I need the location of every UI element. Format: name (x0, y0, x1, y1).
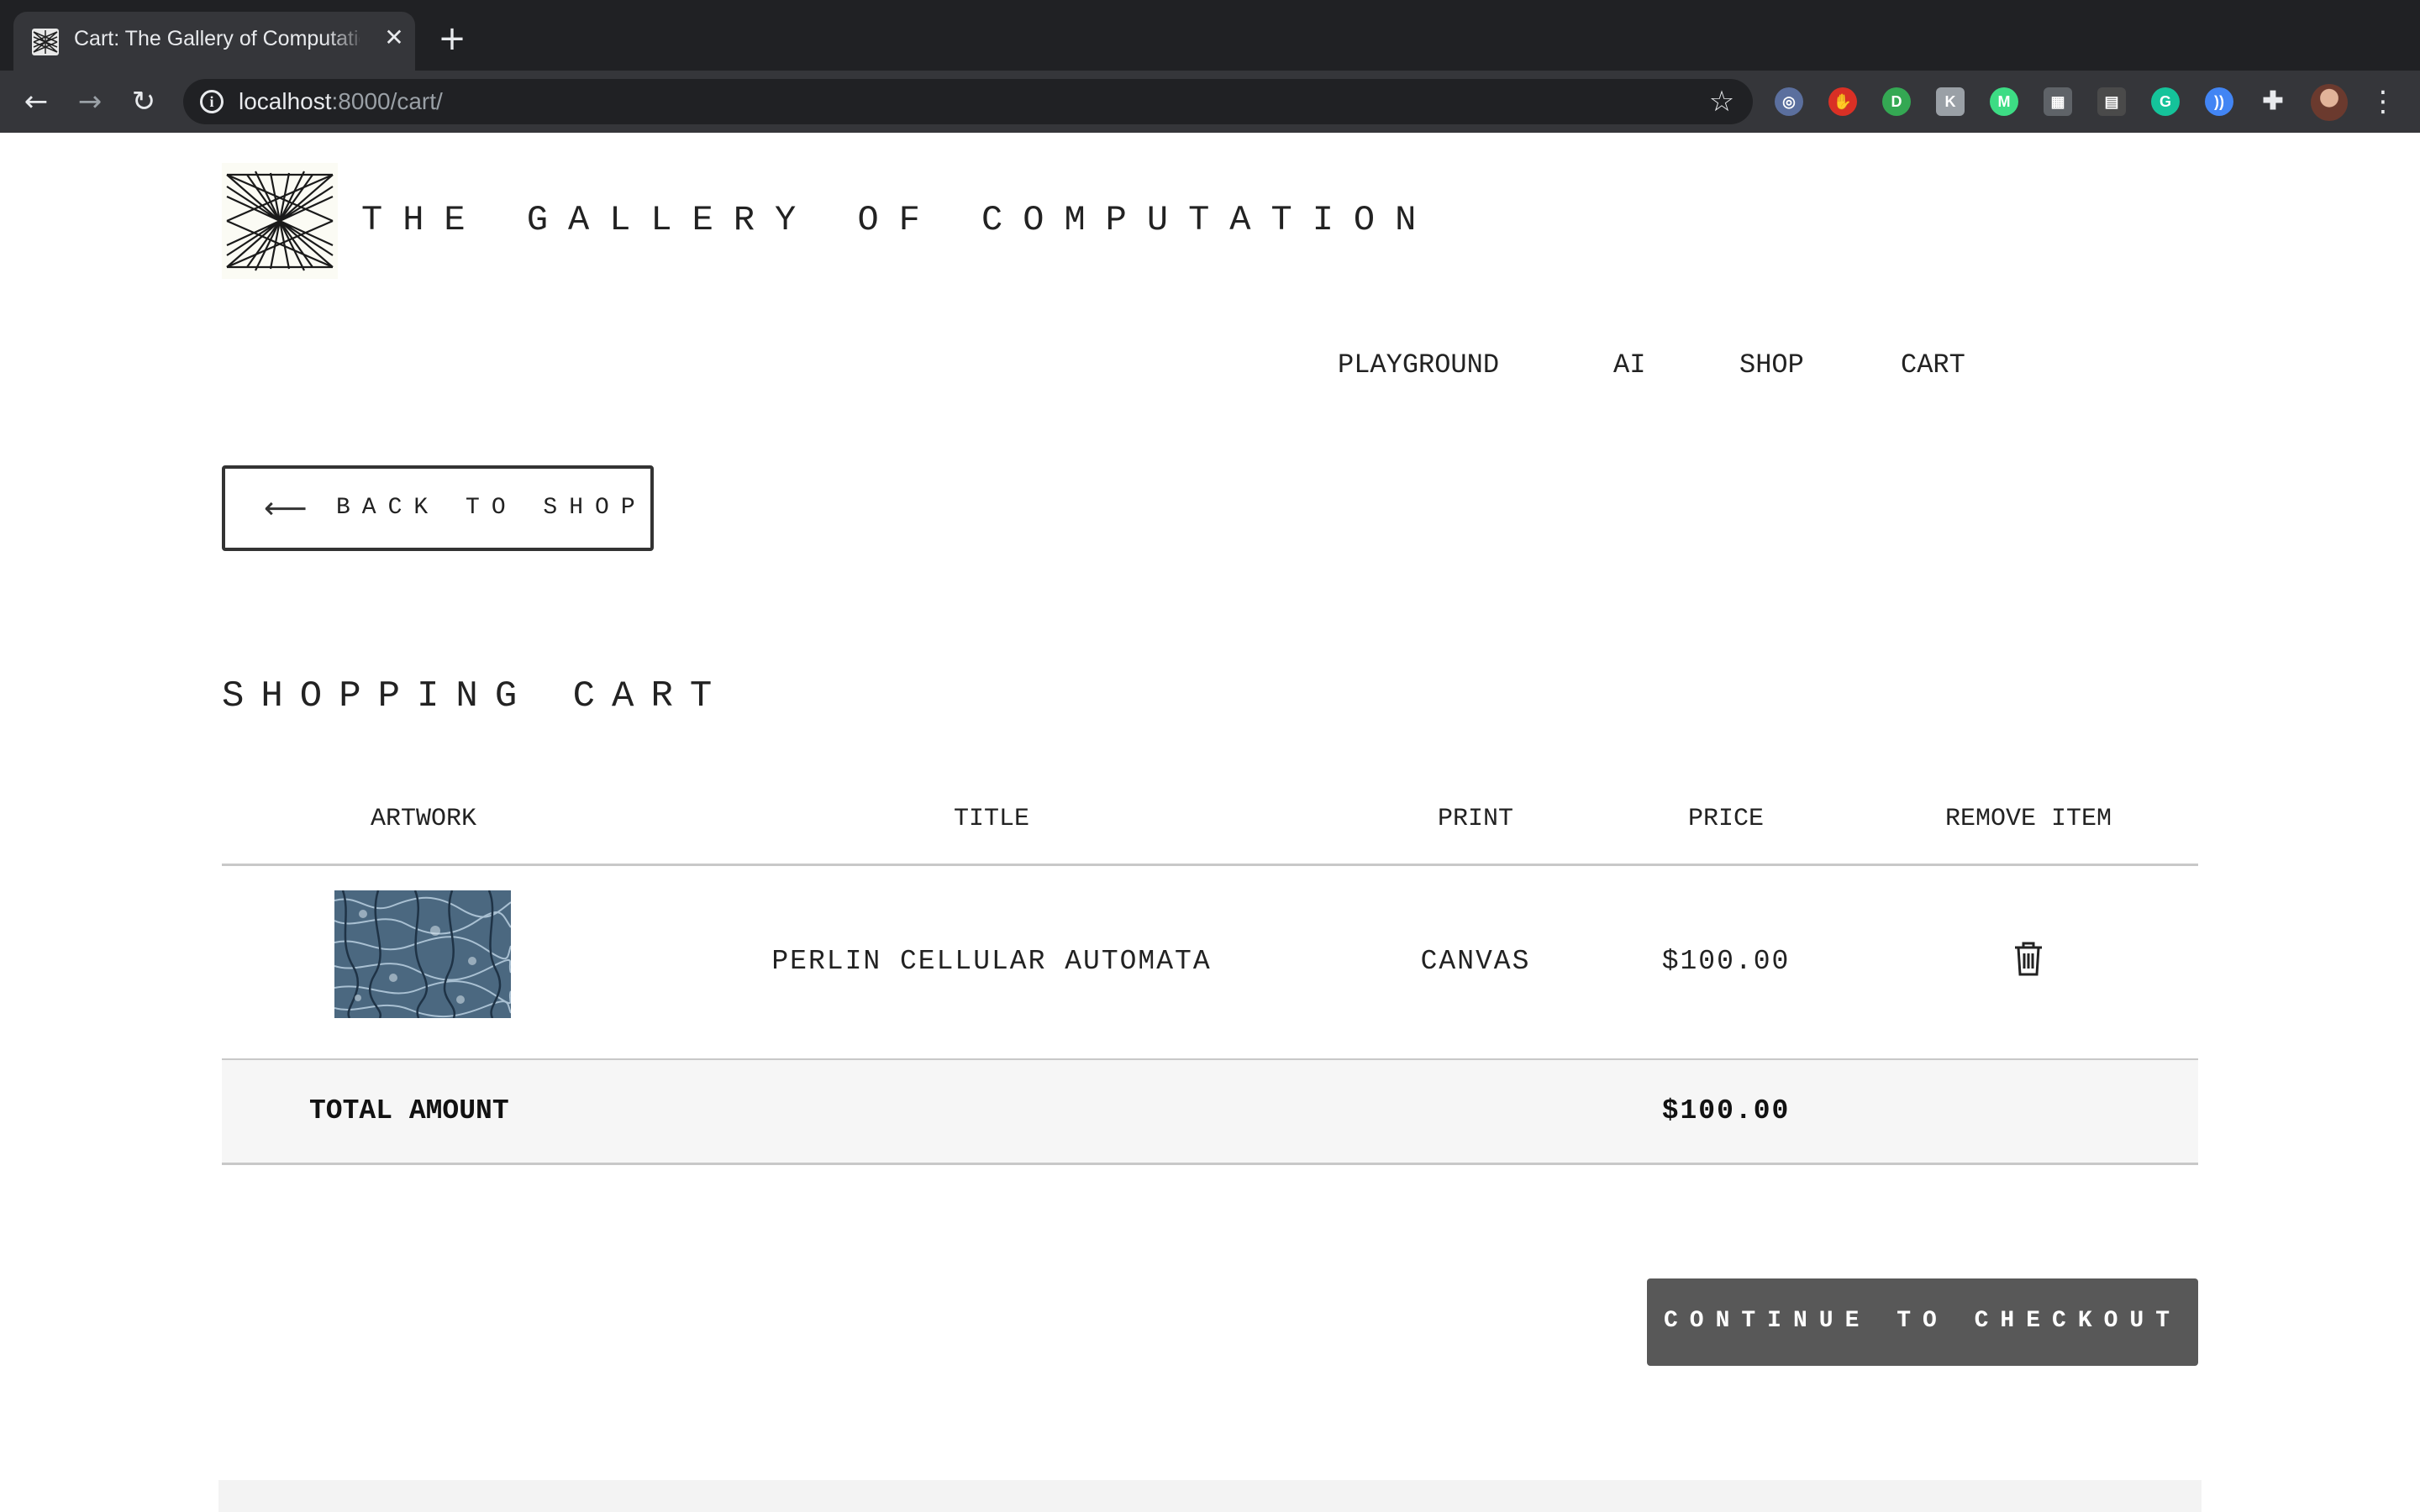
column-header-price: PRICE (1687, 805, 1765, 833)
forward-arrow-icon[interactable]: → (72, 84, 108, 119)
reload-icon[interactable]: ↻ (126, 84, 161, 119)
extension-icon-7[interactable]: ▤ (2097, 87, 2126, 116)
browser-tab-active[interactable]: Cart: The Gallery of Computation ✕ (13, 12, 415, 71)
nav-link-cart[interactable]: CART (1901, 349, 1965, 381)
address-bar[interactable]: i localhost:8000/cart/ ☆ (183, 79, 1753, 124)
site-title[interactable]: THE GALLERY OF COMPUTATION (361, 200, 1436, 240)
footer (218, 1480, 2202, 1512)
tab-title-fade (326, 24, 368, 57)
site-favicon-icon (32, 29, 59, 55)
extension-icon-4[interactable]: K (1936, 87, 1965, 116)
nav-link-playground[interactable]: PLAYGROUND (1338, 349, 1499, 381)
url-text[interactable]: localhost:8000/cart/ (239, 88, 443, 115)
trash-icon[interactable] (2013, 941, 2044, 976)
extension-icon-9[interactable]: )) (2205, 87, 2233, 116)
column-header-print: PRINT (1437, 805, 1514, 833)
page-content: THE GALLERY OF COMPUTATION PLAYGROUND AI… (0, 133, 2420, 1512)
extension-icon-5[interactable]: M (1990, 87, 2018, 116)
item-price: $100.00 (1661, 946, 1791, 977)
new-tab-icon[interactable]: + (435, 22, 469, 55)
browser-toolbar: ← → ↻ i localhost:8000/cart/ ☆ ◎ ✋ D K M ▦ ▤ G)… (0, 71, 2420, 133)
total-amount-label: TOTAL AMOUNT (309, 1095, 509, 1126)
table-header-divider (222, 864, 2198, 866)
total-row-divider (222, 1163, 2198, 1165)
page-title: SHOPPING CART (222, 675, 729, 717)
extension-icon-1[interactable]: ◎ (1775, 87, 1803, 116)
back-arrow-icon[interactable]: ← (18, 84, 54, 119)
puzzle-icon[interactable]: ✚ (2259, 87, 2287, 116)
bookmark-star-icon[interactable]: ☆ (1704, 84, 1739, 119)
nav-link-shop[interactable]: SHOP (1739, 349, 1804, 381)
artwork-thumbnail[interactable] (334, 890, 511, 1018)
browser-menu-icon[interactable]: ⋮ (2368, 84, 2398, 119)
column-header-title: TITLE (953, 805, 1030, 833)
total-amount-value: $100.00 (1661, 1095, 1791, 1126)
site-logo[interactable] (222, 163, 338, 279)
continue-to-checkout-button[interactable]: CONTINUE TO CHECKOUT (1647, 1278, 2198, 1366)
extension-icon-6[interactable]: ▦ (2044, 87, 2072, 116)
extension-icon-3[interactable]: D (1882, 87, 1911, 116)
item-title[interactable]: PERLIN CELLULAR AUTOMATA (771, 946, 1211, 977)
close-tab-icon[interactable]: ✕ (380, 24, 408, 52)
extension-icon-2[interactable]: ✋ (1828, 87, 1857, 116)
checkout-button-label: CONTINUE TO CHECKOUT (1663, 1308, 2182, 1334)
url-path: :8000/cart/ (331, 88, 443, 114)
tab-title: Cart: The Gallery of Computation (74, 27, 360, 50)
item-print-type: CANVAS (1420, 946, 1531, 977)
url-host: localhost (239, 88, 332, 114)
column-header-remove-item: REMOVE ITEM (1944, 805, 2112, 833)
nav-link-ai[interactable]: AI (1613, 349, 1645, 381)
column-header-artwork: ARTWORK (370, 805, 477, 833)
site-info-icon[interactable]: i (200, 90, 224, 113)
extension-icon-8[interactable]: G (2151, 87, 2180, 116)
back-to-shop-label: BACK TO SHOP (336, 495, 647, 521)
long-left-arrow-icon: ⟵ (264, 491, 308, 526)
profile-avatar[interactable] (2311, 84, 2348, 121)
browser-tab-strip: Cart: The Gallery of Computation ✕ + (0, 0, 2420, 71)
back-to-shop-button[interactable]: ⟵ BACK TO SHOP (222, 465, 654, 551)
total-row (222, 1060, 2198, 1163)
